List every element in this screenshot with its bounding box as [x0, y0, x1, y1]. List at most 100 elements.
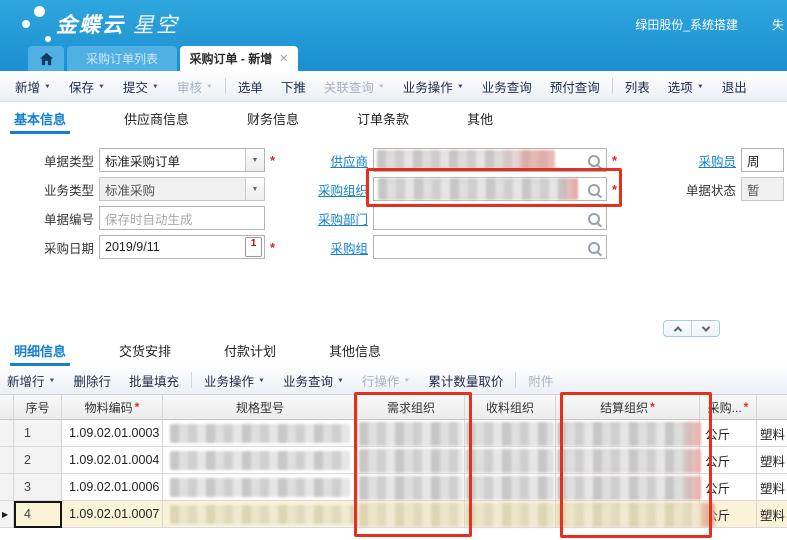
- purchase-dept-input[interactable]: [373, 206, 607, 230]
- logo-text-light: 星空: [133, 14, 179, 37]
- collapse-up-button[interactable]: [664, 321, 691, 336]
- name-cell[interactable]: 塑料: [757, 501, 787, 528]
- biz-type-row: 业务类型 标准采购 ▼: [36, 176, 265, 202]
- batch-fill-button[interactable]: 批量填充: [120, 366, 188, 394]
- submit-button[interactable]: 提交▼: [114, 71, 168, 101]
- chevron-down-icon: ▼: [378, 83, 385, 89]
- tab-other[interactable]: 其他: [463, 103, 497, 134]
- doc-type-select[interactable]: 标准采购订单 ▼: [99, 148, 265, 172]
- business-query-button[interactable]: 业务查询: [473, 71, 541, 101]
- redacted-receive-org-value: [466, 503, 554, 527]
- purchaser-input[interactable]: 周: [741, 148, 784, 172]
- chevron-down-icon: ▼: [206, 83, 213, 89]
- col-header-spec[interactable]: 规格型号: [163, 394, 358, 420]
- material-code-cell[interactable]: 1.09.02.01.0004: [62, 447, 163, 474]
- business-operation-button[interactable]: 业务操作▼: [394, 71, 473, 101]
- supplier-label-link[interactable]: 供应商: [278, 151, 368, 170]
- chevron-down-icon: ▼: [44, 83, 51, 89]
- tab-delivery-plan[interactable]: 交货安排: [115, 335, 175, 366]
- tab-order-terms[interactable]: 订单条款: [353, 103, 413, 134]
- app-header: 金蝶云 星空 绿田股份_系统搭建 失 采购订单列表 采购订单 - 新增 ✕: [0, 0, 787, 71]
- unit-cell[interactable]: 公斤: [700, 447, 757, 474]
- close-icon[interactable]: ✕: [279, 52, 288, 65]
- detail-business-query-button[interactable]: 业务查询▼: [274, 366, 353, 394]
- list-button[interactable]: 列表: [616, 71, 659, 101]
- name-cell[interactable]: 塑料: [757, 447, 787, 474]
- seq-cell[interactable]: 3: [14, 474, 62, 501]
- prepay-query-button[interactable]: 预付查询: [541, 71, 609, 101]
- search-icon[interactable]: [588, 213, 600, 225]
- unit-cell[interactable]: 公斤: [700, 474, 757, 501]
- row-indicator-cell[interactable]: [0, 474, 14, 501]
- app-logo: 金蝶云 星空: [56, 9, 179, 39]
- tab-home[interactable]: [28, 46, 64, 71]
- col-header-material-code[interactable]: 物料编码*: [62, 394, 163, 420]
- cumulative-qty-pricing-button[interactable]: 累计数量取价: [419, 366, 512, 394]
- seq-cell[interactable]: 2: [14, 447, 62, 474]
- search-icon[interactable]: [588, 184, 600, 196]
- options-button[interactable]: 选项▼: [659, 71, 713, 101]
- tab-purchase-order-list[interactable]: 采购订单列表: [67, 46, 177, 71]
- purchase-date-row: 采购日期 2019/9/11 1 *: [36, 234, 275, 260]
- tab-detail-info[interactable]: 明细信息: [10, 335, 70, 366]
- material-code-cell[interactable]: 1.09.02.01.0006: [62, 474, 163, 501]
- tab-supplier-info[interactable]: 供应商信息: [120, 103, 193, 134]
- detail-tabs: 明细信息 交货安排 付款计划 其他信息: [0, 338, 787, 366]
- row-indicator-cell[interactable]: [0, 420, 14, 447]
- exit-button[interactable]: 退出: [713, 71, 756, 101]
- purchaser-label-link[interactable]: 采购员: [660, 151, 736, 170]
- select-order-button[interactable]: 选单: [229, 71, 272, 101]
- tab-label: 采购订单 - 新增: [190, 50, 273, 67]
- user-menu-cut[interactable]: 失: [772, 16, 784, 33]
- doc-no-input[interactable]: 保存时自动生成: [99, 206, 265, 230]
- col-header-settle-org[interactable]: 结算组织*: [556, 394, 700, 420]
- material-code-cell[interactable]: 1.09.02.01.0007: [62, 501, 163, 528]
- seq-cell[interactable]: 1: [14, 420, 62, 447]
- tab-other-info[interactable]: 其他信息: [325, 335, 385, 366]
- purchase-dept-label-link[interactable]: 采购部门: [278, 209, 368, 228]
- push-down-button[interactable]: 下推: [272, 71, 315, 101]
- purchase-org-label-link[interactable]: 采购组织: [278, 180, 368, 199]
- redacted-spec-value: [170, 451, 350, 470]
- name-cell[interactable]: 塑料: [757, 474, 787, 501]
- add-row-button[interactable]: 新增行▼: [0, 366, 64, 394]
- tenant-name: 绿田股份_系统搭建: [598, 16, 738, 33]
- calendar-icon[interactable]: 1: [245, 237, 262, 257]
- material-code-cell[interactable]: 1.09.02.01.0003: [62, 420, 163, 447]
- detail-business-operation-button[interactable]: 业务操作▼: [195, 366, 274, 394]
- redacted-spec-value: [170, 478, 350, 497]
- tab-purchase-order-new[interactable]: 采购订单 - 新增 ✕: [180, 46, 298, 71]
- seq-cell-current[interactable]: 4: [14, 501, 62, 528]
- col-header-receive-org[interactable]: 收料组织: [465, 394, 556, 420]
- save-button[interactable]: 保存▼: [60, 71, 114, 101]
- redacted-receive-org-value: [466, 449, 554, 473]
- col-header-purchase-truncated[interactable]: 采购...*: [700, 394, 757, 420]
- col-header-demand-org[interactable]: 需求组织: [358, 394, 465, 420]
- purchase-group-label-link[interactable]: 采购组: [278, 238, 368, 257]
- audit-button: 审核▼: [168, 71, 222, 101]
- chevron-down-icon[interactable]: ▼: [245, 149, 264, 171]
- purchaser-row: 采购员 周: [660, 147, 784, 173]
- search-icon[interactable]: [588, 155, 600, 167]
- purchase-group-input[interactable]: [373, 235, 607, 259]
- doc-type-row: 单据类型 标准采购订单 ▼ *: [36, 147, 275, 173]
- search-icon[interactable]: [588, 242, 600, 254]
- tab-basic-info[interactable]: 基本信息: [10, 103, 70, 134]
- delete-row-button[interactable]: 删除行: [64, 366, 120, 394]
- panel-collapse-control: [663, 320, 720, 337]
- tab-finance-info[interactable]: 财务信息: [243, 103, 303, 134]
- required-mark: *: [744, 400, 749, 414]
- row-indicator-cell[interactable]: [0, 447, 14, 474]
- col-header-seq[interactable]: 序号: [14, 394, 62, 420]
- name-cell[interactable]: 塑料: [757, 420, 787, 447]
- new-button[interactable]: 新增▼: [6, 71, 60, 101]
- row-indicator-cell[interactable]: ▶: [0, 501, 14, 528]
- unit-cell[interactable]: 公斤: [700, 420, 757, 447]
- purchase-dept-row: 采购部门: [278, 205, 607, 231]
- chevron-down-icon: ▼: [98, 83, 105, 89]
- tab-payment-plan[interactable]: 付款计划: [220, 335, 280, 366]
- doc-status-label: 单据状态: [660, 180, 736, 199]
- collapse-down-button[interactable]: [691, 321, 719, 336]
- purchase-date-input[interactable]: 2019/9/11 1: [99, 235, 265, 259]
- chevron-down-icon: ▼: [258, 377, 265, 383]
